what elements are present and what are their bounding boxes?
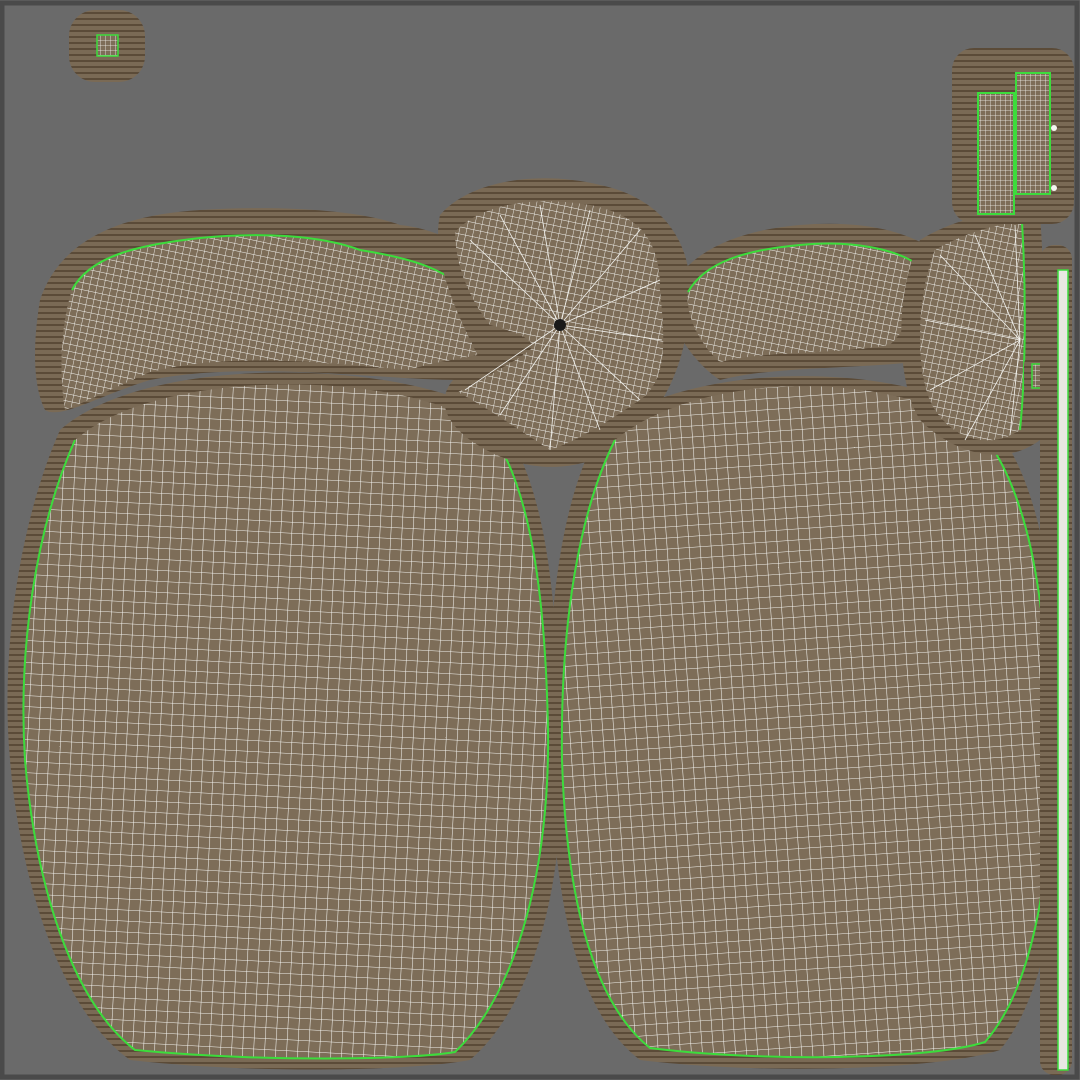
long-strap-strip-fill: [1058, 270, 1068, 1070]
bag-top-cap-right-wire: [920, 222, 1025, 441]
strap-rivet-bottom: [1051, 185, 1057, 191]
bag-top-cap-left-pole: [554, 319, 566, 331]
bag-body-right-wire: [561, 386, 1051, 1058]
bag-body-left: [7, 372, 562, 1070]
uv-layout-canvas: [0, 0, 1080, 1080]
strap-pieces: [952, 48, 1074, 224]
bag-top-cap-right: [901, 211, 1044, 455]
bag-body-left-wire: [23, 384, 549, 1059]
strap-rivet-top: [1051, 125, 1057, 131]
long-strap-strip: [1040, 245, 1072, 1075]
bag-body-right: [549, 376, 1062, 1069]
strap-piece-a-wire: [978, 93, 1014, 214]
strap-piece-b-wire: [1016, 73, 1050, 194]
small-square-patch: [69, 10, 145, 82]
small-square-patch-wire: [97, 35, 118, 56]
